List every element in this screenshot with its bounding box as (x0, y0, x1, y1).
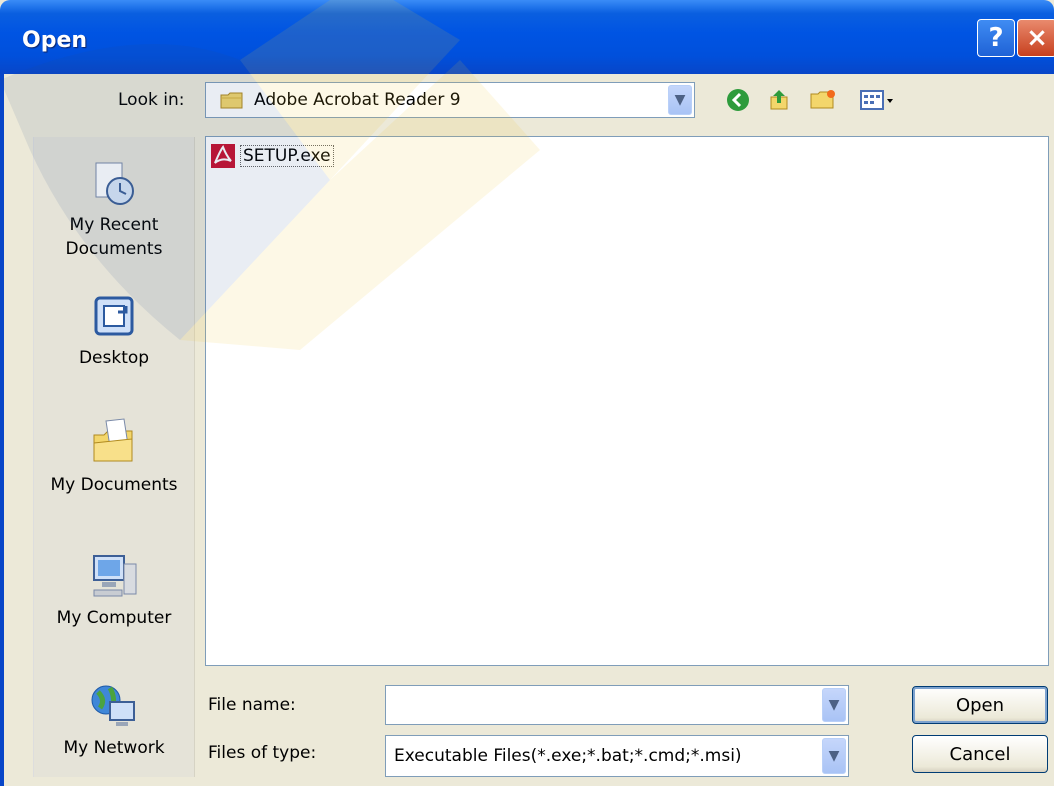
window-title: Open (22, 28, 88, 53)
places-bar: My Recent Documents Desktop My Documents… (33, 137, 195, 777)
title-bar: Open ? × (0, 0, 1054, 74)
look-in-dropdown[interactable]: Adobe Acrobat Reader 9 ▼ (205, 82, 695, 118)
view-menu-icon[interactable] (857, 86, 897, 114)
close-icon: × (1026, 23, 1048, 53)
file-name: SETUP.exe (240, 145, 334, 167)
my-network-icon (91, 685, 135, 726)
open-button[interactable]: Open (912, 686, 1048, 724)
files-of-type-value: Executable Files(*.exe;*.bat;*.cmd;*.msi… (394, 746, 742, 766)
help-button[interactable]: ? (977, 19, 1015, 57)
place-label: My Network (63, 738, 165, 758)
file-name-label: File name: (208, 695, 296, 715)
files-of-type-label: Files of type: (208, 743, 317, 763)
look-in-label: Look in: (118, 90, 185, 110)
file-list[interactable]: SETUP.exe (205, 136, 1049, 666)
back-icon[interactable] (723, 86, 753, 114)
file-name-field[interactable]: ▼ (385, 685, 849, 725)
place-label: Desktop (78, 348, 150, 368)
chevron-down-icon[interactable]: ▼ (668, 85, 692, 115)
my-documents-icon (93, 418, 133, 462)
my-computer-icon (93, 555, 137, 597)
look-in-value: Adobe Acrobat Reader 9 (254, 90, 461, 110)
new-folder-icon[interactable] (808, 86, 838, 114)
place-desktop[interactable]: Desktop (34, 292, 194, 370)
place-my-computer[interactable]: My Computer (34, 552, 194, 630)
list-item[interactable]: SETUP.exe (210, 143, 334, 169)
up-folder-icon[interactable] (765, 86, 795, 114)
pdf-exe-icon (211, 144, 235, 168)
files-of-type-dropdown[interactable]: Executable Files(*.exe;*.bat;*.cmd;*.msi… (385, 735, 849, 777)
place-my-documents[interactable]: My Documents (34, 415, 194, 497)
place-label: My Computer (56, 608, 172, 628)
close-button[interactable]: × (1017, 19, 1054, 57)
place-label: My Recent Documents (65, 215, 163, 259)
place-label: My Documents (50, 475, 178, 495)
folder-icon (220, 92, 243, 109)
desktop-icon (94, 296, 134, 336)
chevron-down-icon[interactable]: ▼ (822, 688, 846, 722)
chevron-down-icon[interactable]: ▼ (822, 738, 846, 774)
recent-documents-icon (95, 162, 134, 205)
cancel-button[interactable]: Cancel (912, 735, 1048, 773)
place-my-network[interactable]: My Network (34, 682, 194, 760)
place-recent-documents[interactable]: My Recent Documents (34, 159, 194, 261)
help-icon: ? (988, 23, 1004, 53)
